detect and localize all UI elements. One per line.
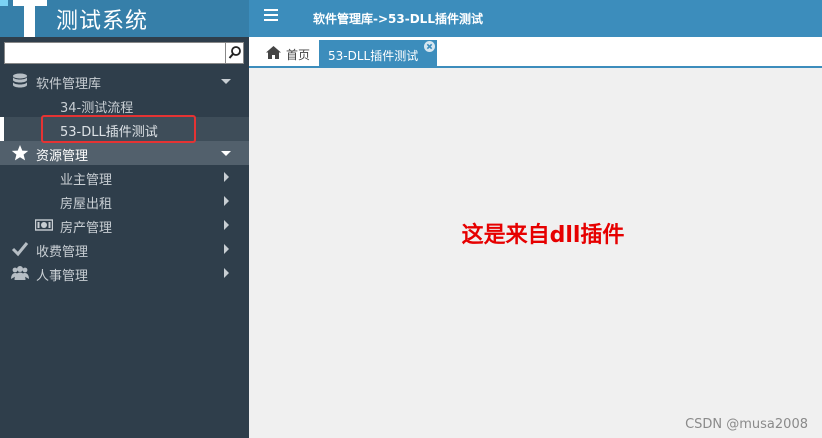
watermark: CSDN @musa2008 bbox=[685, 417, 808, 432]
sidebar-item-dll-plugin-test[interactable]: 53-DLL插件测试 bbox=[0, 117, 249, 141]
sidebar-item-hr-management[interactable]: 人事管理 bbox=[0, 261, 249, 285]
users-icon bbox=[11, 266, 29, 280]
search-button[interactable] bbox=[225, 43, 243, 63]
sidebar-item-label: 软件管理库 bbox=[36, 77, 102, 92]
sidebar-item-resource-management[interactable]: 资源管理 bbox=[0, 141, 249, 165]
selection-indicator bbox=[0, 117, 4, 141]
search-icon bbox=[228, 46, 241, 59]
sidebar-item-label: 收费管理 bbox=[36, 245, 89, 260]
check-icon bbox=[11, 242, 29, 257]
sidebar-item-owner-management[interactable]: 业主管理 bbox=[0, 165, 249, 189]
tab-bar: 首页 53-DLL插件测试 bbox=[249, 37, 822, 68]
search-box bbox=[4, 42, 244, 64]
caret-right-icon bbox=[224, 268, 229, 278]
sidebar-item-property-management[interactable]: 房产管理 bbox=[0, 213, 249, 237]
close-icon[interactable] bbox=[424, 41, 435, 52]
breadcrumb: 软件管理库->53-DLL插件测试 bbox=[313, 12, 483, 26]
money-icon bbox=[35, 219, 53, 231]
sidebar-item-label: 53-DLL插件测试 bbox=[60, 125, 158, 140]
caret-right-icon bbox=[224, 196, 229, 206]
caret-right-icon bbox=[224, 244, 229, 254]
home-icon bbox=[266, 46, 281, 59]
sidebar-item-label: 房产管理 bbox=[60, 221, 113, 236]
caret-down-icon bbox=[221, 79, 231, 84]
sidebar-item-software-library[interactable]: 软件管理库 bbox=[0, 69, 249, 93]
logo-area: 测试系统 bbox=[0, 0, 249, 37]
tab-label: 首页 bbox=[286, 48, 311, 62]
plugin-message: 这是来自dll插件 bbox=[461, 223, 625, 248]
sidebar-item-label: 34-测试流程 bbox=[60, 101, 134, 116]
tab-label: 53-DLL插件测试 bbox=[328, 49, 419, 63]
sidebar-item-house-rental[interactable]: 房屋出租 bbox=[0, 189, 249, 213]
sidebar-item-test-flow[interactable]: 34-测试流程 bbox=[0, 93, 249, 117]
caret-down-icon bbox=[221, 151, 231, 156]
sidebar-item-fee-management[interactable]: 收费管理 bbox=[0, 237, 249, 261]
sidebar-item-label: 资源管理 bbox=[36, 149, 89, 164]
caret-right-icon bbox=[224, 220, 229, 230]
top-header: 测试系统 软件管理库->53-DLL插件测试 bbox=[0, 0, 822, 37]
star-icon bbox=[11, 145, 29, 161]
search-input[interactable] bbox=[5, 43, 226, 63]
tab-home[interactable]: 首页 bbox=[259, 40, 317, 66]
app-title: 测试系统 bbox=[56, 9, 149, 34]
database-icon bbox=[13, 73, 27, 88]
caret-right-icon bbox=[224, 172, 229, 182]
sidebar-item-label: 人事管理 bbox=[36, 269, 89, 284]
sidebar-item-label: 房屋出租 bbox=[60, 197, 113, 212]
main-content: 首页 53-DLL插件测试 这是来自dll插件 CSDN @musa2008 bbox=[249, 37, 822, 438]
tab-dll-plugin-test[interactable]: 53-DLL插件测试 bbox=[319, 40, 437, 68]
sidebar: 软件管理库 34-测试流程 53-DLL插件测试 资源管理 业主管理 房屋出租 bbox=[0, 37, 249, 438]
logo-icon bbox=[0, 0, 48, 37]
sidebar-item-label: 业主管理 bbox=[60, 173, 113, 188]
sidebar-nav: 软件管理库 34-测试流程 53-DLL插件测试 资源管理 业主管理 房屋出租 bbox=[0, 69, 249, 285]
hamburger-icon[interactable] bbox=[264, 9, 278, 23]
